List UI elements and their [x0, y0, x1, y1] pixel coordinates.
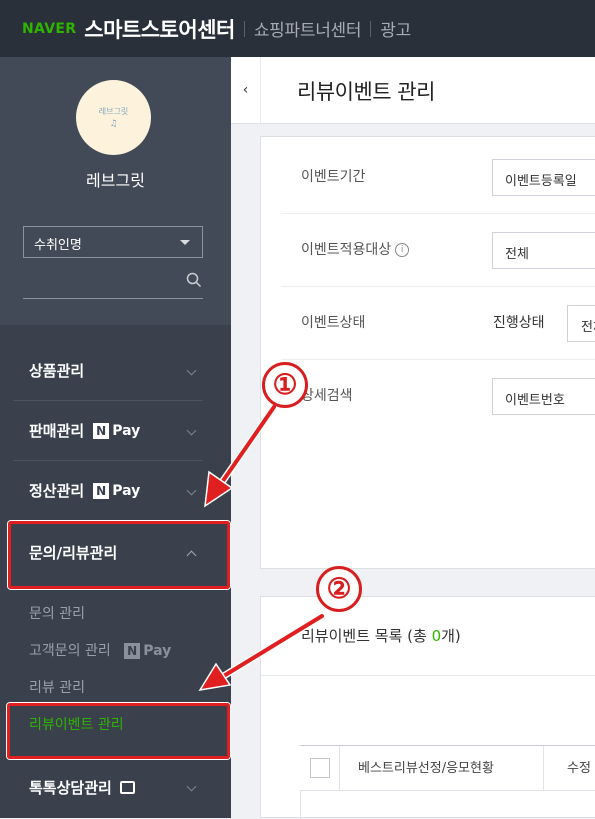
filter-panel: 이벤트기간 이벤트등록일 이벤트적용대상i 전체 이벤트상태 진행상태 전체 상…	[260, 136, 595, 569]
menu-label: 판매관리	[29, 422, 85, 440]
column-edit[interactable]: 수정	[567, 746, 591, 791]
list-title: 리뷰이벤트 목록 (총 0개)	[301, 625, 461, 646]
search-input[interactable]	[23, 298, 203, 299]
avatar-logo-text: 레브그릿	[98, 107, 129, 116]
npay-badge: N Pay	[124, 643, 171, 659]
filter-row-period: 이벤트기간 이벤트등록일	[281, 141, 595, 214]
menu-sales-management[interactable]: 판매관리 N Pay	[13, 401, 203, 461]
page-title: 리뷰이벤트 관리	[297, 80, 435, 104]
step-marker-2: ②	[316, 566, 362, 612]
page-header: ‹ 리뷰이벤트 관리	[231, 57, 595, 124]
chevron-down-icon	[186, 781, 197, 792]
column-divider	[339, 746, 340, 791]
select-all-checkbox[interactable]	[310, 758, 330, 778]
avatar-logo-mark: ♫	[109, 119, 118, 129]
chat-icon	[119, 780, 135, 794]
npay-badge: N Pay	[93, 422, 141, 439]
column-divider	[543, 746, 544, 791]
table-header: 베스트리뷰선정/응모현황 수정	[300, 745, 595, 791]
search-icon[interactable]	[186, 272, 202, 288]
pay-label: Pay	[112, 422, 141, 439]
list-title-suffix: 개)	[441, 627, 461, 645]
period-select[interactable]: 이벤트등록일	[492, 159, 595, 196]
shopping-partner-center-link[interactable]: 쇼핑파트너센터	[254, 16, 362, 41]
filter-row-search: 상세검색 이벤트번호	[281, 360, 595, 433]
chevron-down-icon	[186, 425, 197, 436]
main-content: ‹ 리뷰이벤트 관리 이벤트기간 이벤트등록일 이벤트적용대상 i 전체 이벤트상…	[231, 57, 595, 819]
list-title-prefix: 리뷰이벤트 목록 (총	[301, 627, 432, 645]
menu-label: 상품관리	[29, 362, 85, 380]
target-label-text: 이벤트적용대상	[301, 242, 392, 258]
menu-settlement-management[interactable]: 정산관리 N Pay	[13, 461, 203, 521]
search-type-dropdown[interactable]: 이벤트번호	[492, 378, 595, 415]
target-select[interactable]: 전체	[492, 232, 595, 269]
menu-label: 톡톡상담관리	[29, 778, 112, 797]
event-list-panel: 리뷰이벤트 목록 (총 0개) 베스트리뷰선정/응모현황 수정	[260, 596, 595, 819]
pay-label: Pay	[112, 482, 141, 499]
naver-n-icon: N	[124, 643, 141, 659]
store-profile-panel: 레브그릿 ♫ 레브그릿 수취인명	[0, 57, 231, 325]
submenu-review[interactable]: 리뷰 관리	[29, 677, 85, 697]
table-body-border	[300, 791, 301, 819]
pay-label: Pay	[143, 643, 172, 659]
naver-n-icon: N	[93, 482, 110, 499]
filter-row-status: 이벤트상태 진행상태 전체	[281, 287, 595, 360]
caret-down-icon	[180, 240, 190, 245]
info-icon[interactable]: i	[395, 243, 410, 257]
divider	[243, 20, 245, 37]
period-label: 이벤트기간	[301, 169, 366, 185]
highlight-box-submenu	[7, 703, 230, 759]
ad-link[interactable]: 광고	[380, 16, 411, 41]
search-label: 상세검색	[301, 388, 353, 404]
naver-logo[interactable]: NAVER	[22, 21, 76, 37]
divider	[370, 20, 372, 37]
filter-row-target: 이벤트적용대상 i 전체	[281, 214, 595, 287]
app-title[interactable]: 스마트스토어센터	[84, 14, 235, 44]
chevron-down-icon	[186, 365, 197, 376]
store-name: 레브그릿	[86, 171, 145, 190]
status-select[interactable]: 전체	[567, 305, 595, 342]
target-label: 이벤트적용대상 i	[301, 214, 410, 287]
column-best-review[interactable]: 베스트리뷰선정/응모현황	[358, 746, 494, 791]
step-marker-1: ①	[262, 362, 308, 408]
menu-label: 정산관리	[29, 482, 85, 500]
collapse-sidebar-button[interactable]: ‹	[231, 57, 261, 124]
naver-n-icon: N	[93, 422, 110, 439]
submenu-inquiry[interactable]: 문의 관리	[29, 603, 85, 623]
menu-talktalk[interactable]: 톡톡상담관리	[13, 757, 203, 817]
npay-badge: N Pay	[93, 482, 141, 499]
highlight-box-menu	[8, 521, 230, 589]
status-label: 이벤트상태	[301, 315, 366, 331]
event-count: 0	[431, 627, 442, 645]
divider	[261, 675, 595, 676]
store-avatar[interactable]: 레브그릿 ♫	[76, 80, 151, 155]
submenu-customer-inquiry[interactable]: 고객문의 관리 N Pay	[29, 640, 171, 660]
search-type-value: 수취인명	[34, 238, 82, 253]
status-sub-label: 진행상태	[493, 315, 545, 331]
menu-product-management[interactable]: 상품관리	[13, 341, 203, 401]
submenu-label: 고객문의 관리	[29, 643, 111, 659]
top-navigation-bar: NAVER 스마트스토어센터 쇼핑파트너센터 광고	[0, 0, 595, 57]
chevron-down-icon	[186, 485, 197, 496]
search-type-select[interactable]: 수취인명	[23, 226, 203, 258]
